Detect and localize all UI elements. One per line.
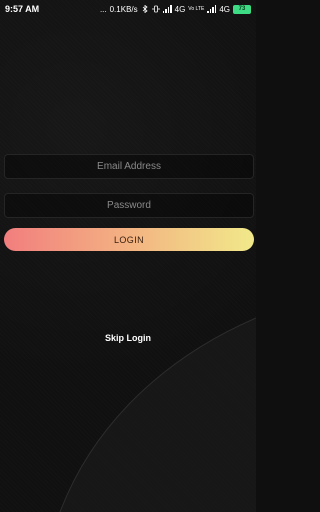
signal-icon: [162, 5, 172, 13]
network-speed: 0.1KB/s: [109, 4, 138, 14]
password-field[interactable]: [5, 193, 253, 218]
network-type-1: 4G: [174, 4, 186, 14]
volte-label: Vo LTE: [188, 6, 205, 12]
email-field-container: [4, 154, 254, 179]
background-curve: [59, 317, 256, 512]
battery-icon: 73: [233, 4, 251, 14]
status-bar: 9:57 AM ... 0.1KB/s 4G Vo LTE 4G 73: [0, 0, 256, 18]
status-dots: ...: [99, 4, 107, 14]
skip-login-link[interactable]: Skip Login: [0, 333, 256, 343]
bluetooth-icon: [142, 5, 148, 13]
network-type-2: 4G: [219, 4, 230, 14]
login-button[interactable]: LOGIN: [4, 228, 254, 251]
signal-icon-2: [207, 5, 217, 13]
password-field-container: [4, 193, 254, 218]
status-indicators: ... 0.1KB/s 4G Vo LTE 4G 73: [99, 4, 251, 14]
email-field[interactable]: [5, 154, 253, 179]
vibrate-icon: [152, 5, 160, 13]
status-time: 9:57 AM: [5, 4, 40, 14]
